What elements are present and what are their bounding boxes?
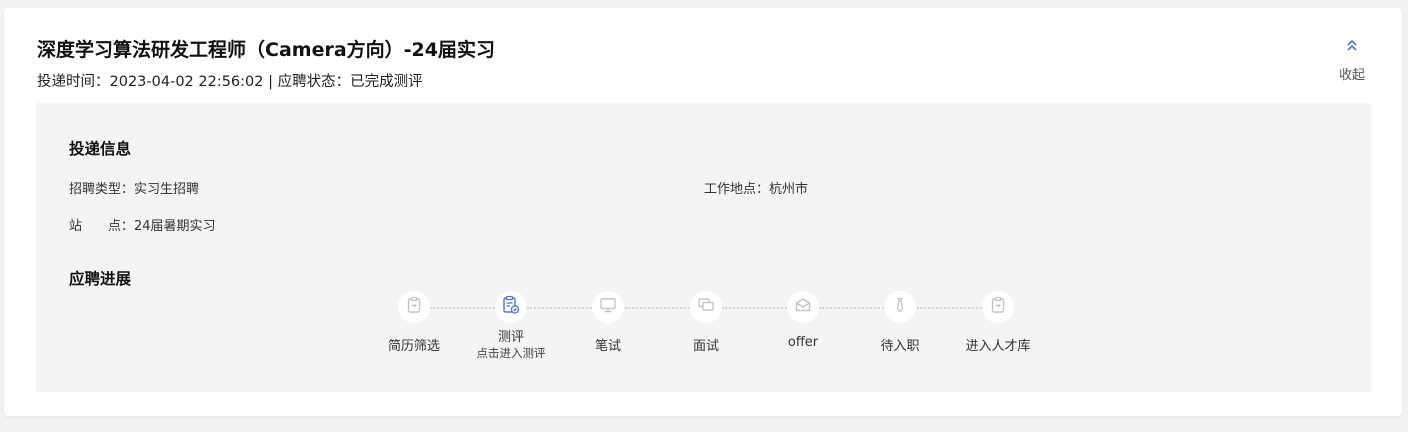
collapse-button[interactable]: 收起 <box>1332 38 1372 83</box>
enter-assessment-link[interactable]: 点击进入测评 <box>451 345 571 361</box>
step-talent-pool[interactable] <box>982 291 1014 323</box>
chat-icon <box>697 296 715 318</box>
step-connector <box>527 307 592 309</box>
progress-title: 应聘进展 <box>69 270 132 288</box>
step-label: 笔试 <box>594 339 621 354</box>
step-connector <box>917 307 982 309</box>
envelope-icon <box>794 296 812 318</box>
step-label: 测评 <box>497 330 524 345</box>
collapse-label: 收起 <box>1338 68 1365 83</box>
step-offer[interactable] <box>787 291 819 323</box>
step-connector <box>722 307 787 309</box>
step-label: 面试 <box>692 339 719 354</box>
resume-icon <box>989 296 1007 318</box>
detail-panel: 投递信息 招聘类型：实习生招聘 工作地点：杭州市 站 点：24届暑期实习 应聘进… <box>36 103 1371 392</box>
work-location: 工作地点：杭州市 <box>704 182 809 197</box>
double-chevron-up-icon <box>1332 38 1372 52</box>
resume-icon <box>405 296 423 318</box>
step-label: 待入职 <box>880 339 920 354</box>
step-written-test[interactable] <box>592 291 624 323</box>
step-connector <box>430 307 495 309</box>
step-label: 简历筛选 <box>387 339 440 354</box>
tie-icon <box>891 296 909 318</box>
station: 站 点：24届暑期实习 <box>69 219 216 234</box>
step-pending-onboard[interactable] <box>884 291 916 323</box>
step-label: 进入人才库 <box>965 339 1031 354</box>
step-connector <box>819 307 884 309</box>
step-interview[interactable] <box>690 291 722 323</box>
assessment-icon <box>501 295 521 319</box>
job-title: 深度学习算法研发工程师（Camera方向）-24届实习 <box>37 39 495 61</box>
recruit-type: 招聘类型：实习生招聘 <box>69 182 200 197</box>
step-resume-screening[interactable] <box>398 291 430 323</box>
application-card: 深度学习算法研发工程师（Camera方向）-24届实习 投递时间：2023-04… <box>4 8 1402 416</box>
progress-steps: 简历筛选 测评 点击进入测评 笔试 面试 offer 待入职 进入人才库 <box>36 291 1371 381</box>
step-connector <box>625 307 690 309</box>
step-label: offer <box>787 335 819 350</box>
application-meta: 投递时间：2023-04-02 22:56:02 | 应聘状态：已完成测评 <box>37 74 423 90</box>
monitor-icon <box>599 296 617 318</box>
step-assessment[interactable] <box>495 291 527 323</box>
delivery-info-title: 投递信息 <box>69 140 132 158</box>
